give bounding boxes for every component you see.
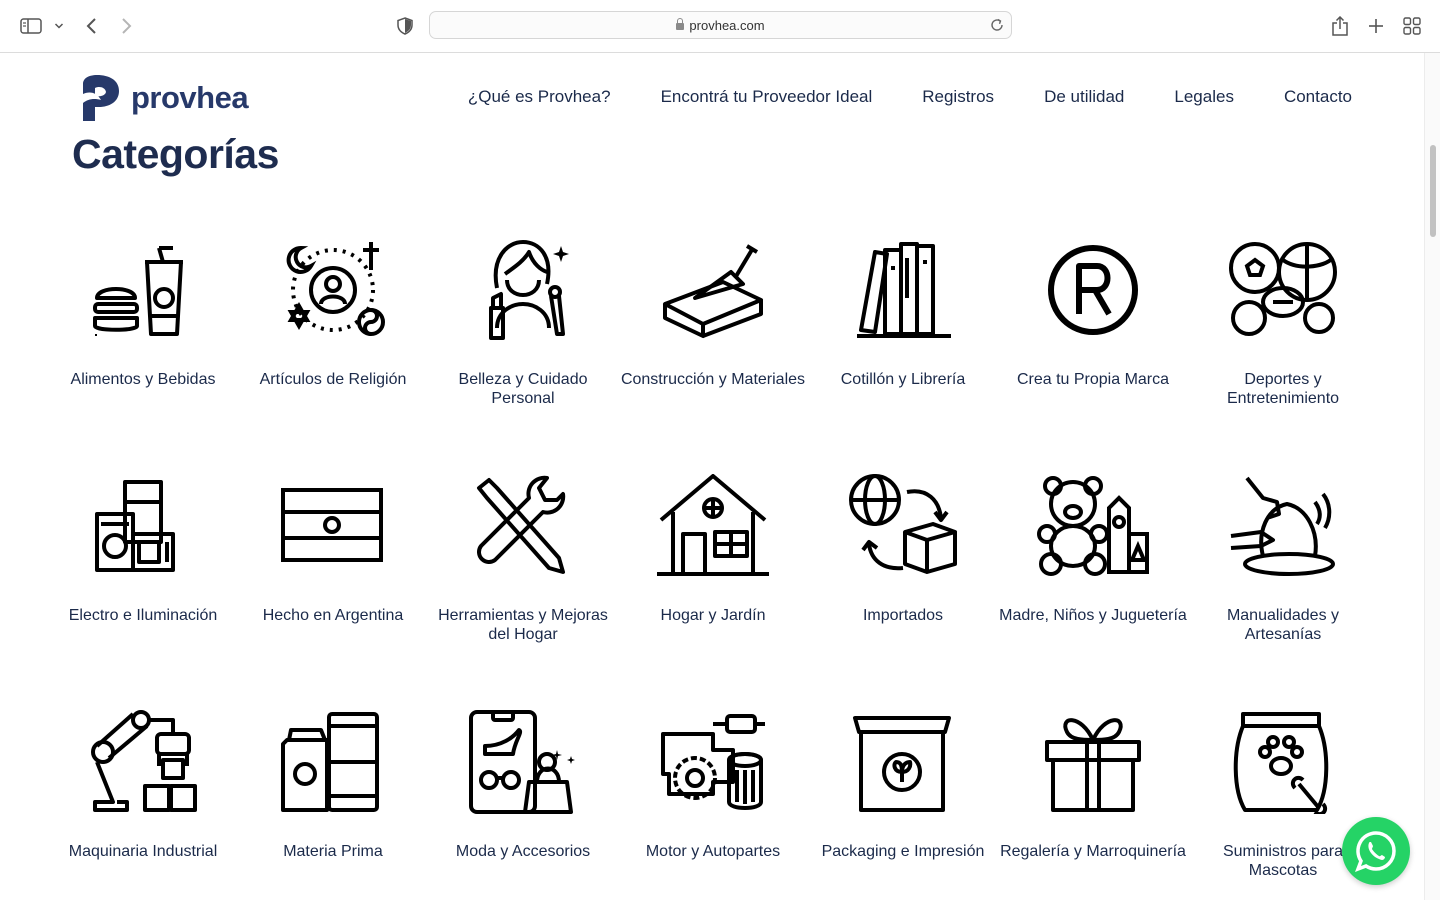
food-drink-icon [93, 246, 183, 336]
category-label: Hecho en Argentina [262, 607, 404, 624]
category-card[interactable]: Crea tu Propia Marca [998, 238, 1188, 388]
category-label: Crea tu Propia Marca [1016, 371, 1170, 388]
package-box-icon [853, 716, 951, 812]
import-globe-icon [849, 474, 957, 574]
whatsapp-icon [1355, 831, 1396, 872]
forward-icon[interactable] [115, 14, 139, 38]
category-card[interactable]: Electro e Iluminación [48, 474, 238, 624]
teddy-bear-icon [1037, 476, 1149, 576]
category-card[interactable]: Materia Prima [238, 710, 428, 860]
religion-icon [286, 242, 385, 336]
category-card[interactable]: Cotillón y Librería [808, 238, 998, 388]
main-nav: ¿Qué es Provhea? Encontrá tu Proveedor I… [468, 87, 1352, 107]
category-label: Hogar y Jardín [660, 607, 766, 624]
category-card[interactable]: Madre, Niños y Juguetería [998, 474, 1188, 624]
brick-trowel-icon [663, 244, 763, 338]
category-card[interactable]: Hecho en Argentina [238, 474, 428, 624]
site-header: provhea ¿Qué es Provhea? Encontrá tu Pro… [0, 53, 1424, 138]
argentina-flag-icon [281, 488, 383, 562]
page-title: Categorías [72, 131, 279, 177]
nav-legales[interactable]: Legales [1174, 87, 1234, 107]
fashion-icon [469, 710, 575, 814]
category-card[interactable]: Artículos de Religión [238, 238, 428, 388]
books-icon [857, 242, 951, 338]
nav-encontra-proveedor[interactable]: Encontrá tu Proveedor Ideal [661, 87, 873, 107]
category-label: Deportes y Entretenimiento [1226, 371, 1340, 407]
browser-toolbar: provhea.com [0, 0, 1440, 53]
tools-icon [477, 475, 566, 574]
category-label: Packaging e Impresión [821, 843, 985, 860]
category-label: Madre, Niños y Juguetería [999, 607, 1187, 624]
category-card[interactable]: Packaging e Impresión [808, 710, 998, 860]
category-label: Cotillón y Librería [840, 371, 966, 388]
category-card[interactable]: Alimentos y Bebidas [48, 238, 238, 388]
category-card[interactable]: Belleza y Cuidado Personal [428, 238, 618, 407]
category-card[interactable]: Regalería y Marroquinería [998, 710, 1188, 860]
category-card[interactable]: Hogar y Jardín [618, 474, 808, 624]
nav-contacto[interactable]: Contacto [1284, 87, 1352, 107]
category-label: Importados [862, 607, 944, 624]
category-card[interactable]: Manualidades y Artesanías [1188, 474, 1378, 643]
category-label: Construcción y Materiales [620, 371, 806, 388]
nav-que-es[interactable]: ¿Qué es Provhea? [468, 87, 611, 107]
gift-icon [1045, 718, 1141, 812]
lock-icon [676, 18, 685, 30]
category-label: Maquinaria Industrial [68, 843, 218, 860]
category-card[interactable]: Construcción y Materiales [618, 238, 808, 388]
shield-icon[interactable] [393, 14, 417, 38]
pet-food-icon [1233, 712, 1329, 814]
category-label: Materia Prima [283, 843, 383, 860]
share-icon[interactable] [1328, 14, 1352, 38]
chevron-down-icon[interactable] [47, 14, 71, 38]
nav-de-utilidad[interactable]: De utilidad [1044, 87, 1124, 107]
sports-balls-icon [1229, 242, 1337, 336]
category-label: Alimentos y Bebidas [70, 371, 216, 388]
category-card[interactable]: Deportes y Entretenimiento [1188, 238, 1378, 407]
robot-arm-icon [91, 710, 197, 812]
nav-registros[interactable]: Registros [922, 87, 994, 107]
page-scrollbar[interactable] [1424, 53, 1440, 900]
sidebar-icon[interactable] [19, 14, 43, 38]
whatsapp-button[interactable] [1342, 817, 1410, 885]
category-label: Manualidades y Artesanías [1226, 607, 1340, 643]
category-label: Regalería y Marroquinería [1000, 843, 1186, 860]
address-bar[interactable]: provhea.com [429, 11, 1012, 39]
category-label: Herramientas y Mejoras del Hogar [438, 607, 608, 643]
category-card[interactable]: Moda y Accesorios [428, 710, 618, 860]
brand-name: provhea [131, 80, 249, 115]
scrollbar-thumb[interactable] [1430, 145, 1436, 237]
provhea-logo-icon [83, 75, 119, 121]
category-label: Electro e Iluminación [68, 607, 218, 624]
registered-mark-icon [1048, 245, 1138, 335]
beauty-icon [489, 240, 569, 340]
category-label: Artículos de Religión [259, 371, 407, 388]
tabs-grid-icon[interactable] [1400, 14, 1424, 38]
category-card[interactable]: Importados [808, 474, 998, 624]
plus-icon[interactable] [1364, 14, 1388, 38]
back-icon[interactable] [79, 14, 103, 38]
engine-icon [661, 714, 765, 810]
category-card[interactable]: Suministros para Mascotas [1188, 710, 1378, 879]
pottery-icon [1230, 476, 1335, 576]
category-label: Moda y Accesorios [455, 843, 591, 860]
reload-icon[interactable] [989, 17, 1005, 38]
category-card[interactable]: Maquinaria Industrial [48, 710, 238, 860]
category-card[interactable]: Motor y Autopartes [618, 710, 808, 860]
raw-material-icon [281, 712, 379, 812]
category-card[interactable]: Herramientas y Mejoras del Hogar [428, 474, 618, 643]
category-label: Belleza y Cuidado Personal [458, 371, 588, 407]
brand-logo[interactable]: provhea [79, 74, 249, 122]
appliances-icon [95, 480, 175, 572]
category-label: Motor y Autopartes [645, 843, 781, 860]
house-icon [657, 474, 769, 576]
url-text: provhea.com [689, 18, 765, 33]
